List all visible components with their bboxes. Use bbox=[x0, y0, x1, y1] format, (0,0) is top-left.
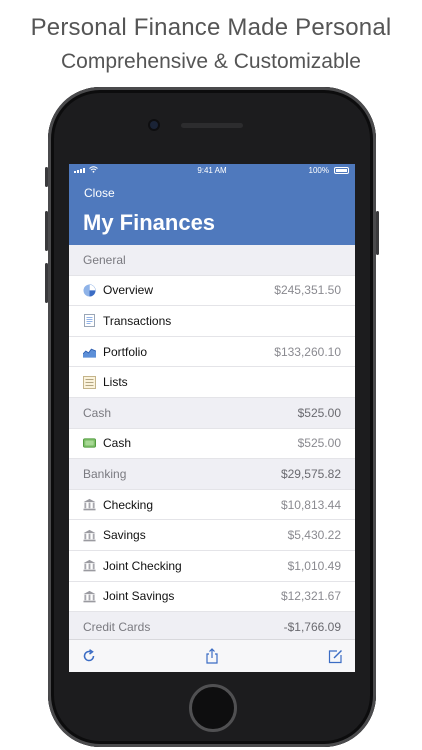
section-title: Cash bbox=[83, 405, 112, 420]
account-label: Joint Checking bbox=[103, 558, 182, 573]
account-row[interactable]: Lists bbox=[69, 367, 355, 398]
account-label: Checking bbox=[103, 497, 154, 512]
section-total: $29,575.82 bbox=[280, 466, 341, 481]
account-value: $1,010.49 bbox=[287, 558, 341, 573]
page-title: My Finances bbox=[83, 210, 216, 235]
share-icon[interactable] bbox=[203, 647, 221, 665]
bank-icon bbox=[83, 559, 96, 572]
bank-icon bbox=[83, 590, 96, 603]
power-button bbox=[376, 211, 379, 255]
account-row[interactable]: Savings $5,430.22 bbox=[69, 520, 355, 551]
area-chart-icon bbox=[83, 345, 96, 358]
document-icon bbox=[83, 314, 96, 328]
account-row[interactable]: Joint Savings $12,321.67 bbox=[69, 581, 355, 613]
account-label: Savings bbox=[103, 528, 146, 543]
bottom-toolbar bbox=[69, 639, 355, 672]
navigation-bar: 9:41 AM 100% Close My Finances bbox=[69, 164, 355, 245]
account-value: $525.00 bbox=[297, 436, 341, 451]
list-icon bbox=[83, 375, 96, 389]
home-button[interactable] bbox=[189, 684, 237, 732]
account-row[interactable]: Checking $10,813.44 bbox=[69, 489, 355, 521]
section-header: Cash $525.00 bbox=[69, 397, 355, 429]
close-button[interactable]: Close bbox=[84, 186, 115, 200]
account-label: Lists bbox=[103, 375, 128, 390]
section-title: General bbox=[83, 252, 126, 267]
earpiece-speaker bbox=[181, 123, 243, 128]
account-row[interactable]: Joint Checking $1,010.49 bbox=[69, 550, 355, 582]
account-row[interactable]: Portfolio $133,260.10 bbox=[69, 336, 355, 368]
finance-list: General Overview $245,351.50 Transactions Po… bbox=[69, 245, 355, 643]
cash-icon bbox=[83, 437, 96, 450]
account-value: $10,813.44 bbox=[280, 497, 341, 512]
promo-subtitle: Comprehensive & Customizable bbox=[61, 50, 361, 73]
volume-down-button bbox=[45, 263, 48, 303]
app-screen: 9:41 AM 100% Close My Finances General Ov… bbox=[69, 164, 355, 672]
account-row[interactable]: Cash $525.00 bbox=[69, 428, 355, 460]
promo-title: Personal Finance Made Personal bbox=[30, 14, 392, 41]
section-total: -$1,766.09 bbox=[283, 619, 341, 634]
account-label: Transactions bbox=[103, 313, 172, 328]
front-camera bbox=[150, 121, 158, 129]
section-header: Banking $29,575.82 bbox=[69, 459, 355, 490]
mute-switch bbox=[45, 167, 48, 187]
section-header: General bbox=[69, 245, 355, 276]
compose-icon[interactable] bbox=[326, 647, 344, 665]
phone-frame: 9:41 AM 100% Close My Finances General Ov… bbox=[45, 87, 379, 747]
account-label: Overview bbox=[103, 283, 154, 298]
account-row[interactable]: Transactions bbox=[69, 306, 355, 337]
account-row[interactable]: Overview $245,351.50 bbox=[69, 275, 355, 307]
section-title: Credit Cards bbox=[83, 619, 151, 634]
refresh-icon[interactable] bbox=[80, 647, 98, 665]
account-label: Joint Savings bbox=[103, 589, 175, 604]
account-value: $133,260.10 bbox=[274, 344, 341, 359]
account-label: Cash bbox=[103, 436, 132, 451]
bank-icon bbox=[83, 498, 96, 511]
account-value: $12,321.67 bbox=[280, 589, 341, 604]
bank-icon bbox=[83, 529, 96, 542]
pie-chart-icon bbox=[83, 284, 96, 297]
account-label: Portfolio bbox=[103, 344, 148, 359]
account-value: $5,430.22 bbox=[287, 528, 341, 543]
section-total: $525.00 bbox=[297, 405, 341, 420]
status-bar: 9:41 AM 100% bbox=[69, 164, 355, 178]
section-title: Banking bbox=[83, 466, 127, 481]
account-value: $245,351.50 bbox=[274, 283, 341, 298]
volume-up-button bbox=[45, 211, 48, 251]
battery-percent: 100% bbox=[308, 166, 329, 175]
battery-icon bbox=[334, 167, 349, 174]
